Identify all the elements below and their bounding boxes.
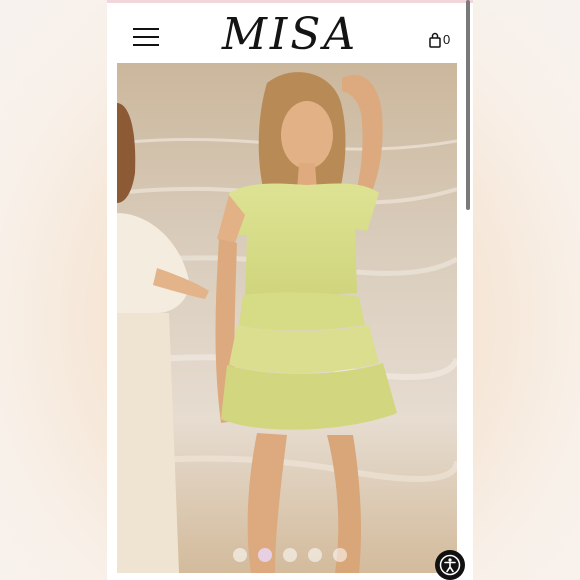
mobile-page: MISA 0 bbox=[107, 0, 473, 580]
hero-image[interactable] bbox=[117, 63, 457, 573]
beach-photo bbox=[117, 63, 457, 573]
hamburger-menu-icon[interactable] bbox=[133, 28, 159, 48]
cart-count: 0 bbox=[443, 32, 451, 47]
carousel-dot-4[interactable] bbox=[308, 548, 322, 562]
carousel-dot-3[interactable] bbox=[283, 548, 297, 562]
cart-button[interactable]: 0 bbox=[429, 30, 450, 50]
scrollbar-thumb[interactable] bbox=[466, 0, 470, 210]
carousel-dot-1[interactable] bbox=[233, 548, 247, 562]
carousel-dot-5[interactable] bbox=[333, 548, 347, 562]
site-header: MISA 0 bbox=[107, 3, 473, 61]
brand-logo[interactable]: MISA bbox=[215, 6, 365, 64]
accessibility-icon[interactable] bbox=[435, 550, 465, 580]
carousel-dot-2[interactable] bbox=[258, 548, 272, 562]
shopping-bag-icon bbox=[429, 32, 441, 48]
carousel-dots bbox=[233, 548, 347, 562]
